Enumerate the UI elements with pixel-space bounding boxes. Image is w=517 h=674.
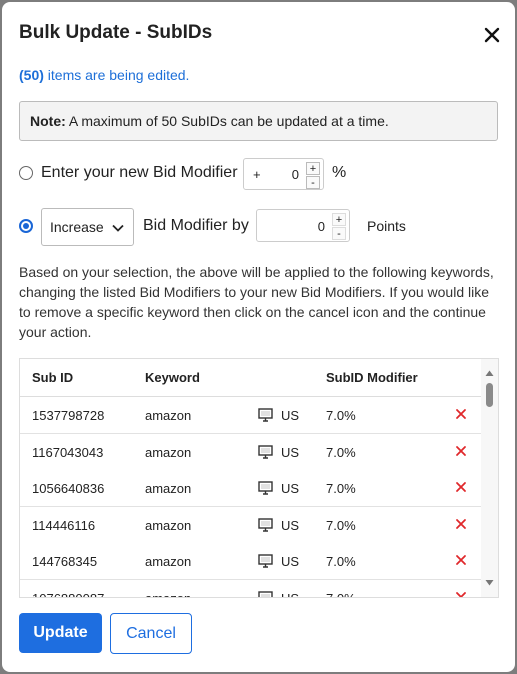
cancel-button[interactable]: Cancel [110,613,192,654]
row-country: US [281,590,300,598]
desktop-icon [258,444,273,459]
row-subid: 114446116 [32,517,96,533]
decrement-button[interactable]: - [306,176,320,189]
row-modifier: 7.0% [326,408,356,423]
points-decrement-button[interactable]: - [332,227,346,240]
dialog-title: Bulk Update - SubIDs [19,22,213,43]
table-row: 1076880087 amazon US 7.0% [20,579,482,599]
items-count-suffix: items are being edited. [47,67,190,83]
points-increment-button[interactable]: + [332,213,346,226]
header-keyword: Keyword [145,370,200,385]
increment-button[interactable]: + [306,162,320,175]
desktop-icon [258,481,273,495]
remove-keyword-icon[interactable] [455,554,467,566]
keywords-table: Sub ID Keyword SubID Modifier 1537798728… [19,358,499,598]
direction-select[interactable]: Increase [41,208,134,246]
row-subid: 1167043043 [32,444,104,460]
row-keyword: amazon [145,481,192,496]
row-country: US [281,408,300,423]
note-label: Note: [30,113,66,129]
table-row: 144768345 amazon US 7.0% [20,543,482,580]
remove-keyword-icon[interactable] [455,518,467,530]
remove-keyword-icon[interactable] [455,408,467,420]
row-keyword: amazon [145,590,192,598]
remove-keyword-icon[interactable] [455,591,467,599]
row-subid: 1537798728 [32,408,105,423]
row-keyword: amazon [145,517,192,533]
row-subid: 1056640836 [32,481,105,496]
table-row: 1167043043 amazon US 7.0% [20,433,482,471]
description-text: Based on your selection, the above will … [19,264,494,340]
scroll-up-arrow-icon[interactable] [485,369,494,377]
new-bid-modifier-label: Enter your new Bid Modifier [41,164,238,181]
table-scrollbar[interactable] [481,359,498,597]
items-count: (50) [19,67,44,83]
update-button[interactable]: Update [19,613,102,653]
row-keyword: amazon [145,408,192,423]
table-header: Sub ID Keyword SubID Modifier [20,359,482,397]
chevron-down-icon [112,224,124,232]
points-input[interactable]: 0 + - [256,209,350,242]
row-modifier: 7.0% [326,590,356,598]
table-row: 114446116 amazon US 7.0% [20,506,482,544]
desktop-icon [258,590,273,597]
row-keyword: amazon [145,444,192,460]
new-bid-modifier-input[interactable]: + 0 + - [243,158,324,190]
desktop-icon [258,554,273,568]
row-modifier: 7.0% [326,481,356,496]
desktop-icon [258,408,273,422]
table-row: 1056640836 amazon US 7.0% [20,470,482,507]
header-subid-modifier: SubID Modifier [326,370,418,385]
bulk-update-dialog: Bulk Update - SubIDs (50) items are bein… [2,2,515,672]
scrollbar-thumb[interactable] [486,383,493,407]
sign-prefix: + [253,167,261,182]
row-subid: 1076880087 [32,590,105,598]
desktop-icon [258,517,273,532]
note-box: Note: A maximum of 50 SubIDs can be upda… [19,101,498,141]
points-unit: Points [367,218,406,234]
row-modifier: 7.0% [326,517,356,533]
direction-selected-value: Increase [50,219,104,235]
row-country: US [281,481,300,496]
radio-adjust-bid-modifier[interactable] [19,219,33,233]
row-modifier: 7.0% [326,554,356,569]
percent-unit: % [332,164,347,181]
scroll-down-arrow-icon[interactable] [485,579,494,587]
close-icon[interactable] [483,26,501,44]
row-country: US [281,554,300,569]
remove-keyword-icon[interactable] [455,445,467,457]
row-subid: 144768345 [32,554,98,569]
bid-modifier-by-label: Bid Modifier by [143,217,249,234]
new-bid-modifier-value: 0 [291,167,299,182]
note-text: A maximum of 50 SubIDs can be updated at… [68,113,389,129]
header-subid: Sub ID [32,370,74,385]
remove-keyword-icon[interactable] [455,481,467,493]
points-value: 0 [317,219,325,234]
row-keyword: amazon [145,554,192,569]
radio-new-bid-modifier[interactable] [19,166,33,180]
items-count-message: (50) items are being edited. [19,67,189,83]
row-country: US [281,517,300,533]
row-country: US [281,444,300,460]
table-row: 1537798728 amazon US 7.0% [20,397,482,434]
row-modifier: 7.0% [326,444,356,460]
